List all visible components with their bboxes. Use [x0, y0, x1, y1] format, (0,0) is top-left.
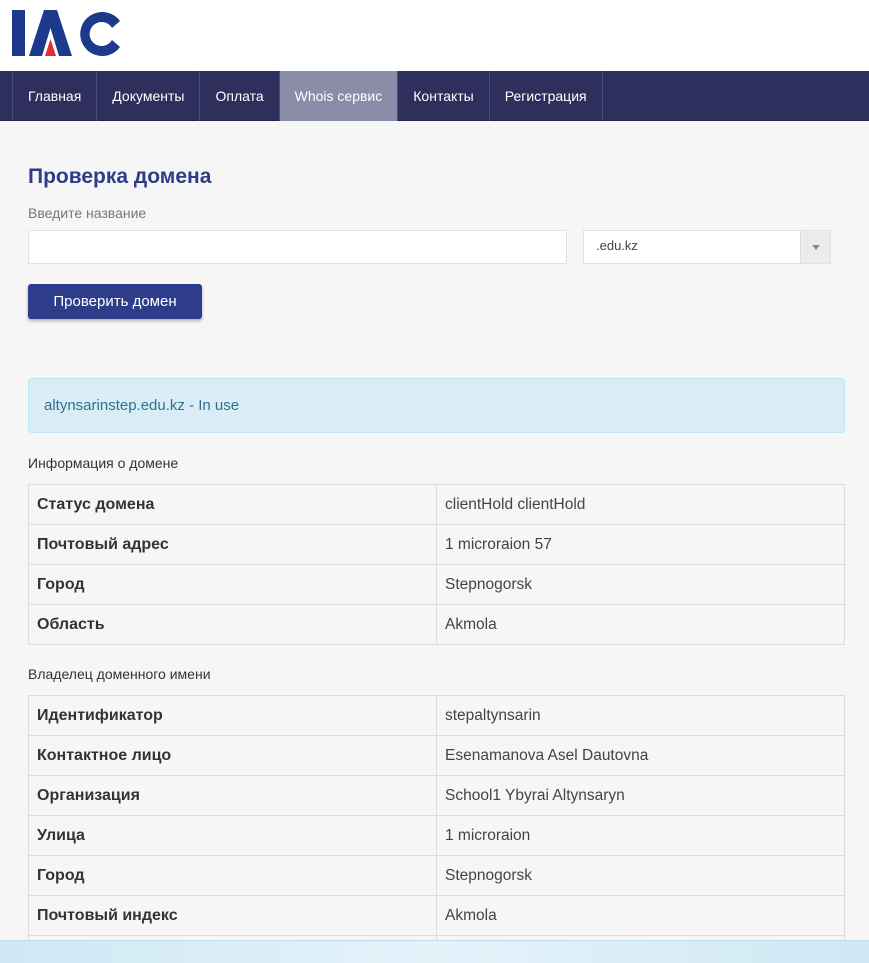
- row-value: Stepnogorsk: [436, 855, 845, 896]
- domain-status-alert: altynsarinstep.edu.kz - In use: [28, 378, 845, 433]
- table-row: Идентификатор stepaltynsarin: [28, 695, 845, 736]
- table-row: Почтовый адрес 1 microraion 57: [28, 524, 845, 565]
- domain-name-input[interactable]: [28, 230, 567, 264]
- nav-item-registration[interactable]: Регистрация: [488, 71, 603, 121]
- row-key: Область: [28, 604, 437, 645]
- chevron-down-icon[interactable]: [800, 231, 830, 263]
- domain-zone-select[interactable]: .edu.kz: [583, 230, 831, 264]
- search-row: .edu.kz: [28, 230, 845, 264]
- check-domain-button[interactable]: Проверить домен: [28, 284, 202, 319]
- row-key: Город: [28, 855, 437, 896]
- table-row: Улица 1 microraion: [28, 815, 845, 856]
- row-value: 1 microraion 57: [436, 524, 845, 565]
- row-key: Идентификатор: [28, 695, 437, 736]
- nav-item-home[interactable]: Главная: [12, 71, 96, 121]
- row-value: 1 microraion: [436, 815, 845, 856]
- page-title: Проверка домена: [28, 165, 212, 188]
- owner-caption: Владелец доменного имени: [28, 666, 211, 682]
- owner-table: Идентификатор stepaltynsarin Контактное …: [28, 695, 845, 963]
- table-row: Область Akmola: [28, 604, 845, 645]
- table-row: Статус домена clientHold clientHold: [28, 484, 845, 525]
- nav-item-whois[interactable]: Whois сервис: [278, 71, 398, 121]
- domain-zone-value: .edu.kz: [596, 238, 638, 253]
- row-key: Город: [28, 564, 437, 605]
- nav-item-payment[interactable]: Оплата: [199, 71, 278, 121]
- domain-input-label: Введите название: [28, 205, 147, 221]
- iac-logo[interactable]: [12, 6, 122, 58]
- table-row: Почтовый индекс Akmola: [28, 895, 845, 936]
- row-value: School1 Ybyrai Altynsaryn: [436, 775, 845, 816]
- bottom-notification-strip: [0, 940, 869, 963]
- row-key: Улица: [28, 815, 437, 856]
- row-key: Контактное лицо: [28, 735, 437, 776]
- row-value: stepaltynsarin: [436, 695, 845, 736]
- table-row: Контактное лицо Esenamanova Asel Dautovn…: [28, 735, 845, 776]
- row-value: Akmola: [436, 604, 845, 645]
- row-value: Stepnogorsk: [436, 564, 845, 605]
- table-row: Организация School1 Ybyrai Altynsaryn: [28, 775, 845, 816]
- row-value: clientHold clientHold: [436, 484, 845, 525]
- row-key: Организация: [28, 775, 437, 816]
- domain-info-caption: Информация о домене: [28, 455, 179, 471]
- table-row: Город Stepnogorsk: [28, 855, 845, 896]
- row-key: Почтовый адрес: [28, 524, 437, 565]
- row-key: Почтовый индекс: [28, 895, 437, 936]
- site-header: [0, 0, 869, 71]
- main-content: Проверка домена Введите название .edu.kz…: [0, 165, 869, 963]
- row-value: Akmola: [436, 895, 845, 936]
- domain-info-table: Статус домена clientHold clientHold Почт…: [28, 484, 845, 645]
- row-key: Статус домена: [28, 484, 437, 525]
- table-row: Город Stepnogorsk: [28, 564, 845, 605]
- row-value: Esenamanova Asel Dautovna: [436, 735, 845, 776]
- main-nav: Главная Документы Оплата Whois сервис Ко…: [0, 71, 869, 121]
- nav-item-contacts[interactable]: Контакты: [397, 71, 488, 121]
- nav-item-documents[interactable]: Документы: [96, 71, 199, 121]
